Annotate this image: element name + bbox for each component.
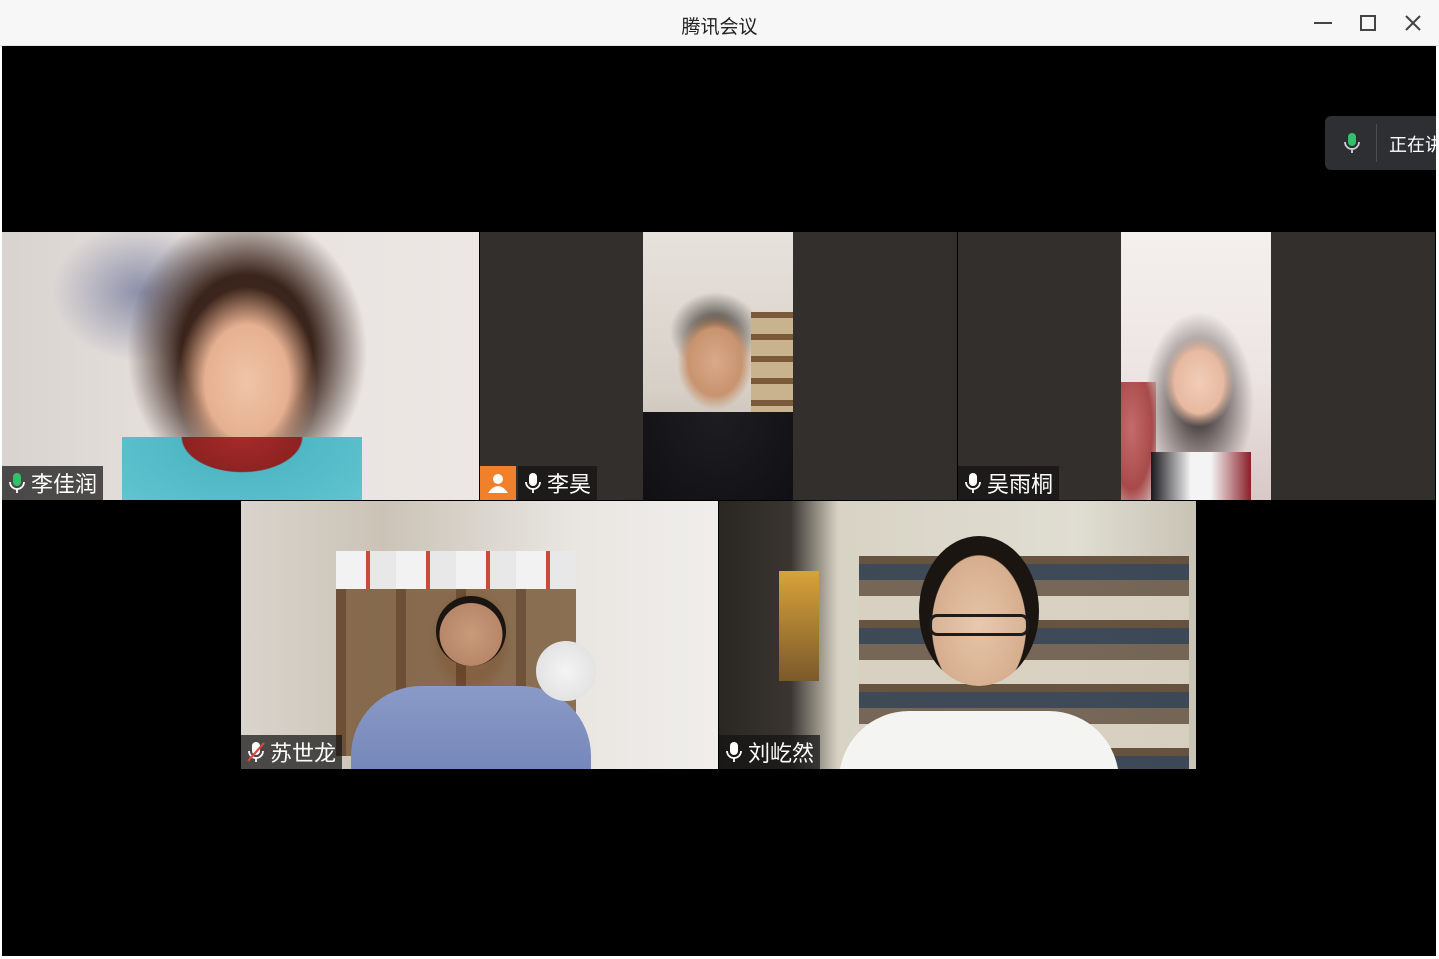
video-tile-3[interactable]: 吴雨桐 [958,232,1435,500]
microphone-muted-icon [247,742,265,762]
maximize-button[interactable] [1353,8,1383,38]
name-tag: 吴雨桐 [958,466,1060,500]
microphone-icon [9,473,25,493]
participant-video [2,232,479,500]
name-tag: 李昊 [518,466,598,500]
title-bar: 腾讯会议 [0,0,1439,46]
participant-video [241,501,718,769]
name-tag: 刘屹然 [719,735,821,769]
video-stage: 正在讲 李佳润 李昊 吴雨桐 苏世龙 刘屹然 [2,46,1436,956]
microphone-icon [1344,133,1360,153]
participant-video [643,232,793,500]
indicator-divider [1376,124,1377,162]
close-button[interactable] [1398,8,1428,38]
participant-name: 吴雨桐 [987,473,1054,498]
microphone-icon [726,742,742,762]
maximize-icon [1360,15,1376,31]
speaking-indicator[interactable]: 正在讲 [1325,116,1436,170]
participant-name: 刘屹然 [748,742,815,767]
minimize-icon [1314,22,1332,24]
participant-name: 李佳润 [31,473,98,498]
participant-video [719,501,1196,769]
host-badge [480,466,516,500]
participant-name: 苏世龙 [270,742,337,767]
name-tag: 李佳润 [2,466,104,500]
close-icon [1405,15,1421,31]
name-tag: 苏世龙 [241,735,343,769]
participant-video [1121,232,1271,500]
minimize-button[interactable] [1308,8,1338,38]
participant-name: 李昊 [547,473,592,498]
video-tile-5[interactable]: 刘屹然 [719,501,1196,769]
microphone-icon [965,473,981,493]
video-tile-2[interactable]: 李昊 [480,232,957,500]
video-tile-1[interactable]: 李佳润 [2,232,479,500]
window-title: 腾讯会议 [681,16,758,38]
microphone-icon [525,473,541,493]
speaking-label: 正在讲 [1389,135,1436,156]
video-tile-4[interactable]: 苏世龙 [241,501,718,769]
person-icon [488,474,508,493]
